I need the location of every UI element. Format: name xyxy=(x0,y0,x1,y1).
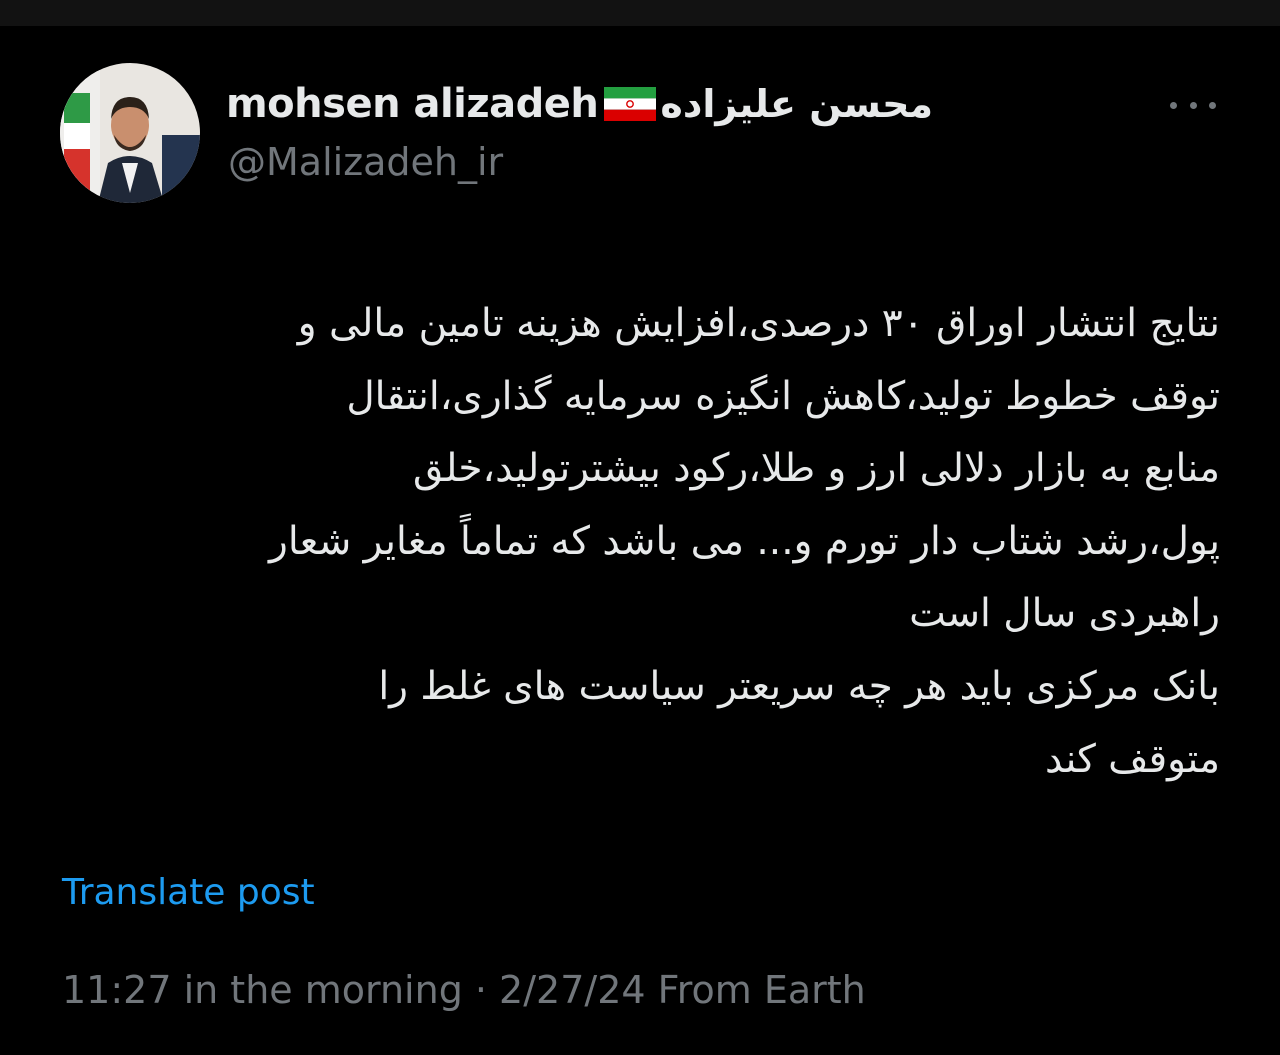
more-dot xyxy=(1209,101,1216,109)
iran-flag-icon xyxy=(604,87,657,121)
post-text-line: راهبردی سال است xyxy=(909,591,1220,637)
more-options-icon[interactable] xyxy=(1170,95,1216,115)
post-text-line: توقف خطوط تولید،کاهش انگیزه سرمایه گذاری… xyxy=(346,373,1220,419)
top-bar xyxy=(0,0,1280,26)
post-text-line: پول،رشد شتاب دار تورم و... می باشد که تم… xyxy=(269,518,1220,564)
author-name-en[interactable]: mohsen alizadeh xyxy=(226,81,599,127)
avatar-image xyxy=(60,63,200,203)
translate-post-link[interactable]: Translate post xyxy=(62,872,315,913)
post-text-line: متوقف کند xyxy=(1044,736,1220,782)
author-handle[interactable]: @Malizadeh_ir xyxy=(228,140,503,184)
author-name-fa[interactable]: محسن علیزاده xyxy=(660,82,933,126)
post-timestamp[interactable]: 11:27 in the morning · 2/27/24 From Eart… xyxy=(62,968,866,1012)
author-name-row[interactable]: mohsen alizadeh محسن علیزاده xyxy=(226,74,933,134)
post-text-line: نتایج انتشار اوراق ۳۰ درصدی،افزایش هزینه… xyxy=(297,301,1220,346)
more-dot xyxy=(1189,101,1197,109)
post-text: نتایج انتشار اوراق ۳۰ درصدی،افزایش هزینه… xyxy=(58,288,1220,796)
post-text-line: بانک مرکزی باید هر چه سریعتر سیاست های غ… xyxy=(378,663,1220,709)
post-text-line: منابع به بازار دلالی ارز و طلا،رکود بیشت… xyxy=(412,446,1220,492)
avatar[interactable] xyxy=(60,63,200,203)
more-dot xyxy=(1170,101,1177,109)
